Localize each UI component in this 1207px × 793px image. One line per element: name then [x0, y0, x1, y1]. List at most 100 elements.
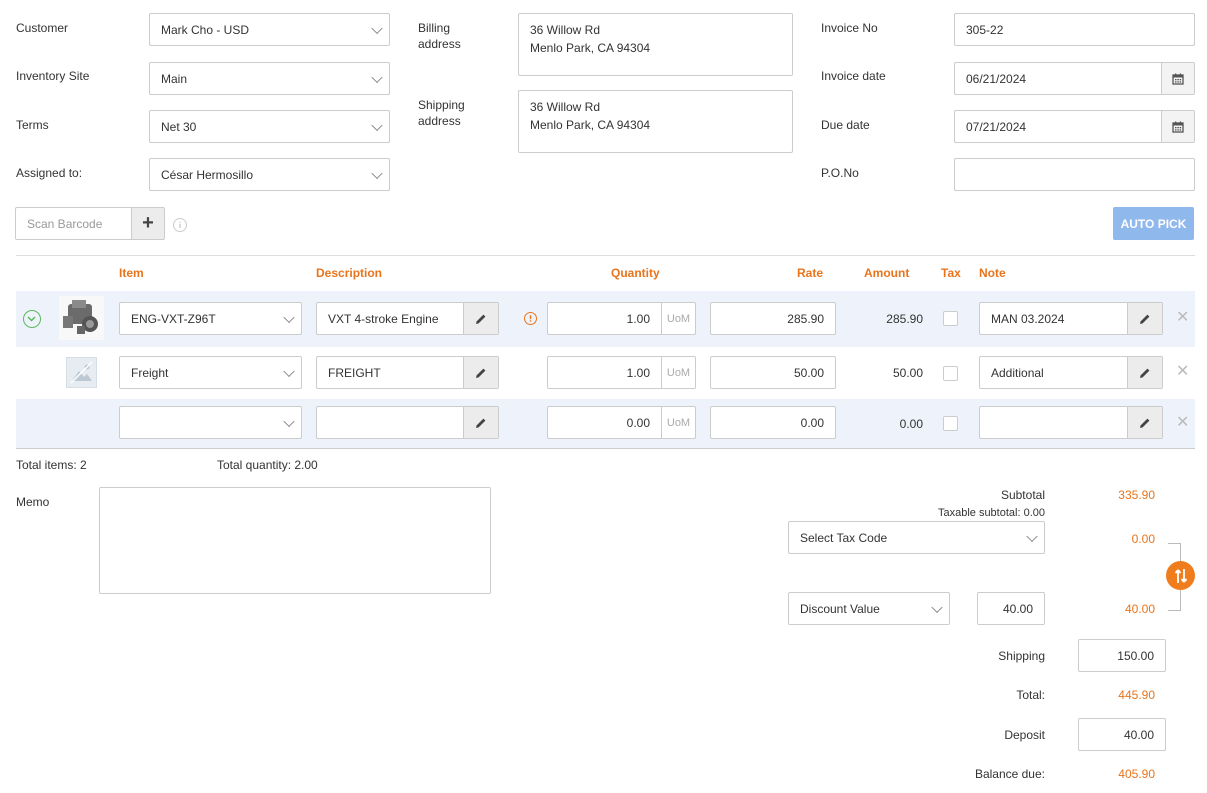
table-bottom-divider: [16, 448, 1195, 449]
column-header-quantity: Quantity: [611, 266, 660, 280]
remove-row-icon[interactable]: ✕: [1176, 310, 1189, 326]
balance-due-label: Balance due:: [974, 767, 1045, 781]
pencil-icon[interactable]: [1127, 303, 1162, 334]
shipping-label-line2: address: [418, 114, 461, 128]
rate-value: 285.90: [787, 311, 824, 326]
balance-due-value: 405.90: [1118, 767, 1155, 781]
customer-select[interactable]: Mark Cho - USD: [149, 13, 390, 46]
note-input[interactable]: MAN 03.2024: [979, 302, 1163, 335]
quantity-value: 1.00: [626, 311, 650, 326]
tax-code-select[interactable]: Select Tax Code: [788, 521, 1045, 554]
pencil-icon[interactable]: [1127, 357, 1162, 388]
discount-type-select[interactable]: Discount Value: [788, 592, 950, 625]
rate-input[interactable]: 50.00: [710, 356, 836, 389]
terms-value: Net 30: [161, 119, 197, 134]
total-quantity: Total quantity: 2.00: [217, 458, 318, 472]
shipping-address-field[interactable]: 36 Willow Rd Menlo Park, CA 94304: [518, 90, 793, 153]
item-select[interactable]: ENG-VXT-Z96T: [119, 302, 302, 335]
remove-row-icon[interactable]: ✕: [1176, 364, 1189, 380]
po-no-input[interactable]: [954, 158, 1195, 191]
swap-order-button[interactable]: [1166, 561, 1195, 590]
rate-value: 50.00: [793, 365, 824, 380]
amount-value: 0.00: [899, 417, 923, 431]
tax-value: 0.00: [1131, 532, 1155, 546]
subtotal-label: Subtotal: [1000, 488, 1045, 502]
item-select[interactable]: Freight: [119, 356, 302, 389]
chevron-down-icon: [931, 601, 943, 613]
discount-input[interactable]: 40.00: [977, 592, 1045, 625]
terms-select[interactable]: Net 30: [149, 110, 390, 143]
inventory-site-label: Inventory Site: [16, 69, 90, 83]
note-input[interactable]: Additional: [979, 356, 1163, 389]
description-value: VXT 4-stroke Engine: [328, 311, 439, 326]
quantity-input[interactable]: 1.00: [547, 356, 662, 389]
rate-input[interactable]: 285.90: [710, 302, 836, 335]
uom-selector[interactable]: UoM: [662, 302, 696, 335]
placeholder-image-icon: [66, 357, 97, 388]
pencil-icon[interactable]: [463, 303, 498, 334]
invoice-date-input[interactable]: 06/21/2024: [954, 62, 1195, 95]
due-date-input[interactable]: 07/21/2024: [954, 110, 1195, 143]
note-value: MAN 03.2024: [991, 311, 1065, 326]
item-select[interactable]: [119, 406, 302, 439]
description-input[interactable]: [316, 406, 499, 439]
calendar-icon[interactable]: [1161, 63, 1194, 94]
assigned-to-label: Assigned to:: [16, 166, 83, 180]
terms-label: Terms: [16, 118, 49, 132]
rate-input[interactable]: 0.00: [710, 406, 836, 439]
memo-field[interactable]: [99, 487, 491, 594]
remove-row-icon[interactable]: ✕: [1176, 415, 1189, 431]
inventory-site-select[interactable]: Main: [149, 62, 390, 95]
discount-value: 40.00: [1124, 602, 1155, 616]
chevron-down-icon: [283, 311, 295, 323]
auto-pick-button[interactable]: AUTO PICK: [1113, 207, 1194, 240]
invoice-no-input[interactable]: 305-22: [954, 13, 1195, 46]
billing-address-label: Billing address: [418, 20, 461, 52]
scan-barcode-placeholder: Scan Barcode: [27, 216, 103, 231]
assigned-to-select[interactable]: César Hermosillo: [149, 158, 390, 191]
total-label: Total:: [1016, 688, 1045, 702]
table-top-divider: [16, 255, 1195, 256]
description-input[interactable]: VXT 4-stroke Engine: [316, 302, 499, 335]
uom-label: UoM: [666, 312, 691, 325]
pencil-icon[interactable]: [1127, 407, 1162, 438]
add-barcode-button[interactable]: +: [131, 207, 165, 240]
chevron-down-icon: [371, 22, 383, 34]
quantity-value: 1.00: [626, 365, 650, 380]
discount-input-value: 40.00: [1002, 601, 1033, 616]
taxable-subtotal: Taxable subtotal: 0.00: [937, 507, 1045, 519]
calendar-icon[interactable]: [1161, 111, 1194, 142]
pencil-icon[interactable]: [463, 407, 498, 438]
column-header-item: Item: [119, 266, 144, 280]
chevron-down-icon: [283, 365, 295, 377]
note-input[interactable]: [979, 406, 1163, 439]
plus-icon: +: [142, 212, 154, 234]
column-header-rate: Rate: [797, 266, 824, 280]
uom-label: UoM: [666, 366, 691, 379]
uom-selector[interactable]: UoM: [662, 406, 696, 439]
item-value: Freight: [131, 365, 169, 380]
customer-label: Customer: [16, 21, 69, 35]
customer-value: Mark Cho - USD: [161, 22, 250, 37]
quantity-input[interactable]: 0.00: [547, 406, 662, 439]
expand-row-icon[interactable]: [23, 310, 41, 328]
warning-info-icon[interactable]: [524, 312, 537, 325]
tax-checkbox[interactable]: [943, 366, 958, 381]
invoice-no-label: Invoice No: [821, 21, 878, 35]
tax-checkbox[interactable]: [943, 416, 958, 431]
column-header-description: Description: [316, 266, 383, 280]
pencil-icon[interactable]: [463, 357, 498, 388]
uom-selector[interactable]: UoM: [662, 356, 696, 389]
description-input[interactable]: FREIGHT: [316, 356, 499, 389]
quantity-input[interactable]: 1.00: [547, 302, 662, 335]
tax-checkbox[interactable]: [943, 311, 958, 326]
shipping-address-label: Shipping address: [418, 97, 465, 129]
shipping-label-line1: Shipping: [418, 98, 465, 112]
billing-address-field[interactable]: 36 Willow Rd Menlo Park, CA 94304: [518, 13, 793, 76]
quantity-value: 0.00: [626, 415, 650, 430]
due-date-label: Due date: [821, 118, 870, 132]
info-icon[interactable]: [173, 218, 187, 232]
scan-barcode-input[interactable]: Scan Barcode: [15, 207, 132, 240]
shipping-input[interactable]: 150.00: [1078, 639, 1166, 672]
deposit-input[interactable]: 40.00: [1078, 718, 1166, 751]
